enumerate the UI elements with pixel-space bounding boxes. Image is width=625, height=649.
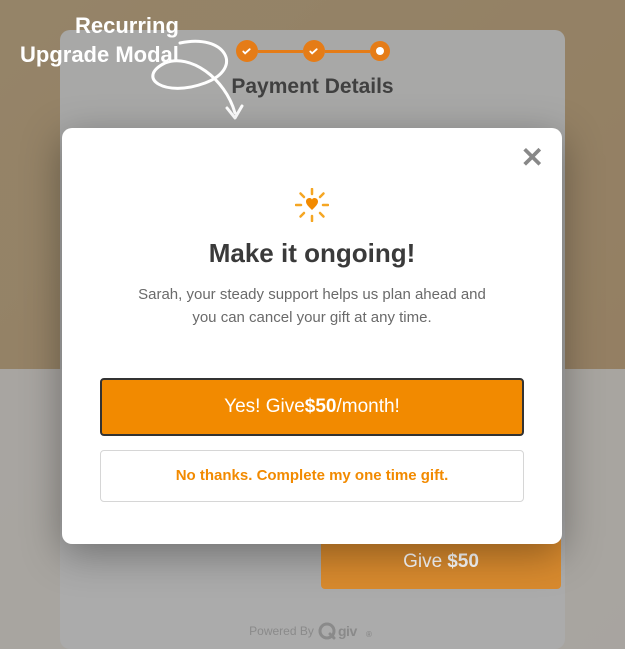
step-connector: [258, 50, 303, 53]
give-button-amount: $50: [447, 551, 479, 573]
give-button-prefix: Give: [403, 551, 442, 573]
heart-burst-icon: [100, 188, 524, 222]
svg-text:giv: giv: [338, 623, 357, 639]
annotation-arrow-icon: [130, 28, 250, 128]
upgrade-modal: ✕ Make it ongoing! Sarah, your steady su…: [62, 128, 562, 544]
step-connector: [325, 50, 370, 53]
yes-button-amount: $50: [305, 396, 337, 418]
no-thanks-button[interactable]: No thanks. Complete my one time gift.: [100, 450, 524, 502]
close-icon: ✕: [521, 142, 544, 173]
svg-text:®: ®: [366, 630, 372, 639]
yes-button-suffix: /month!: [336, 396, 399, 418]
step-3-current: [370, 41, 390, 61]
close-button[interactable]: ✕: [521, 144, 544, 172]
modal-title: Make it ongoing!: [100, 238, 524, 269]
yes-monthly-button[interactable]: Yes! Give $50 /month!: [100, 378, 524, 436]
powered-by-text: Powered By: [249, 624, 314, 638]
qgiv-logo: giv ®: [318, 621, 376, 641]
step-2-complete: [303, 40, 325, 62]
yes-button-prefix: Yes! Give: [224, 396, 305, 418]
modal-subtitle: Sarah, your steady support helps us plan…: [132, 283, 492, 330]
page-title: Payment Details: [0, 75, 625, 99]
no-thanks-label: No thanks. Complete my one time gift.: [176, 467, 449, 484]
powered-by-footer: Powered By giv ®: [0, 621, 625, 641]
